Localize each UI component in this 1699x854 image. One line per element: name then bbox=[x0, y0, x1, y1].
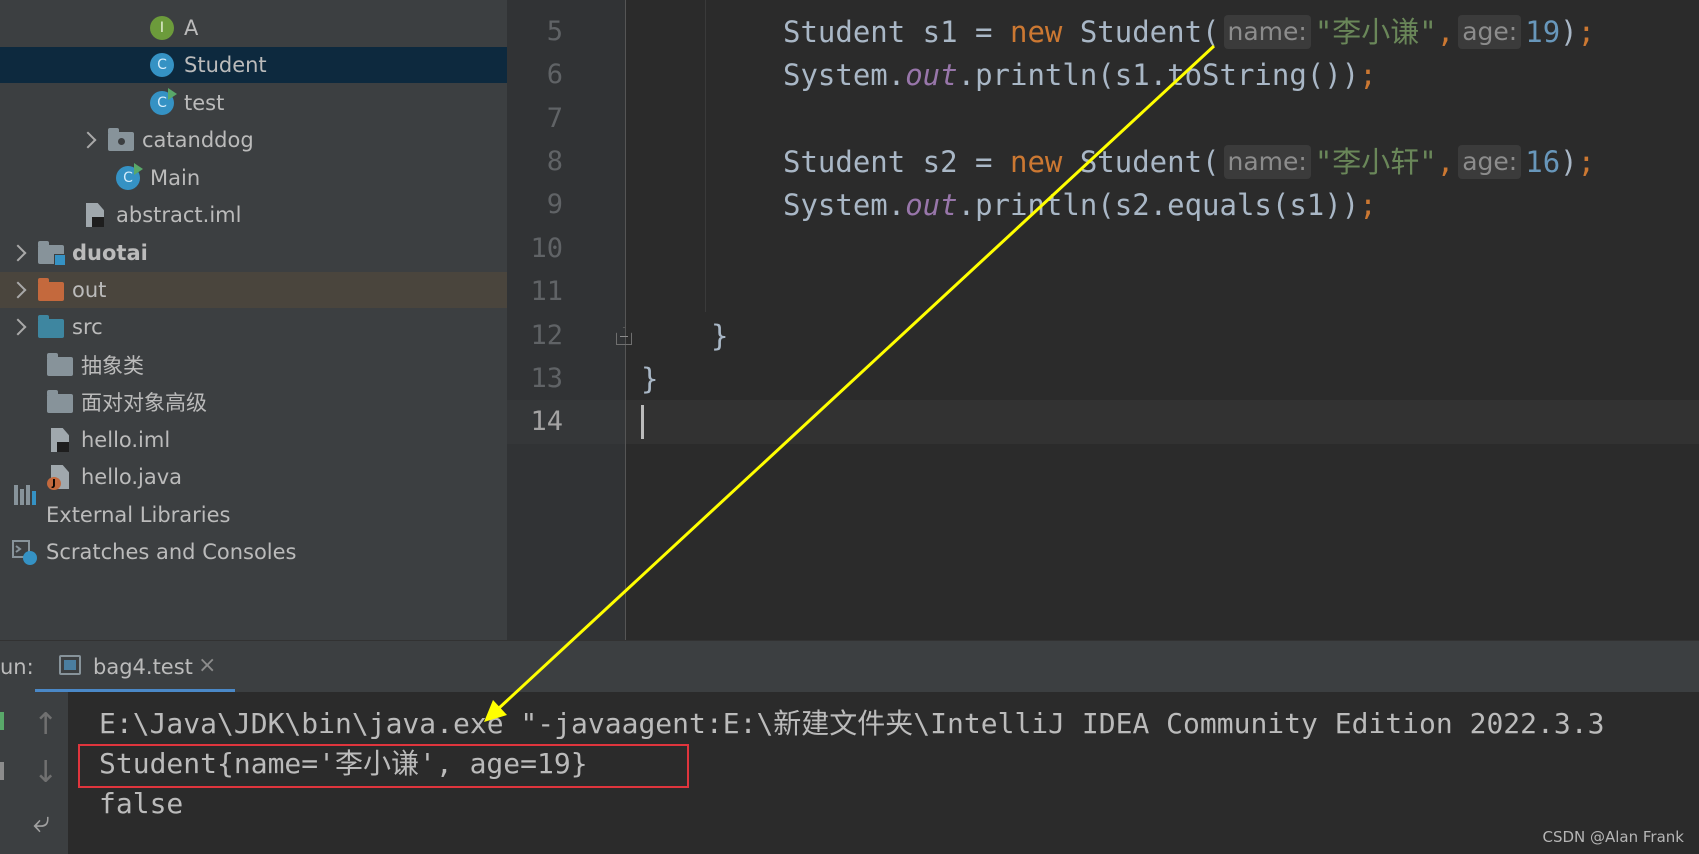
folder-icon bbox=[47, 390, 73, 414]
close-icon[interactable]: × bbox=[198, 653, 216, 678]
tree-item-folder-2[interactable]: 面对对象高级 bbox=[0, 384, 507, 420]
arrow-down-icon[interactable]: ↓ bbox=[33, 758, 58, 788]
console-line-command: E:\Java\JDK\bin\java.exe "-javaagent:E:\… bbox=[99, 707, 1605, 740]
tree-item-label: catanddog bbox=[142, 128, 254, 152]
code-line-8: Student s2 = new Student(name: "李小轩", age:… bbox=[783, 145, 1596, 179]
current-line-highlight bbox=[507, 400, 1699, 444]
tree-item-a[interactable]: I A bbox=[0, 10, 507, 46]
tree-item-label: src bbox=[72, 315, 103, 339]
indent-guide bbox=[705, 0, 706, 312]
code-line-9: System.out.println(s2.equals(s1)); bbox=[783, 188, 1377, 222]
tree-item-out[interactable]: out bbox=[0, 272, 507, 308]
code-line-12: } bbox=[711, 319, 729, 353]
line-number: 13 bbox=[530, 363, 563, 394]
console-line-output: false bbox=[99, 787, 184, 820]
tree-item-abstract-iml[interactable]: abstract.iml bbox=[0, 197, 507, 233]
tree-item-label: 面对对象高级 bbox=[81, 391, 207, 415]
tree-item-main[interactable]: C Main bbox=[0, 160, 507, 196]
line-number: 7 bbox=[546, 103, 563, 134]
code-line-6: System.out.println(s1.toString()); bbox=[783, 58, 1377, 92]
run-toolbar: ↑ ↓ ⤶ bbox=[0, 692, 68, 854]
line-number: 6 bbox=[546, 59, 563, 90]
line-number: 10 bbox=[530, 233, 563, 264]
tree-item-scratches[interactable]: Scratches and Consoles bbox=[0, 534, 507, 570]
scratches-icon bbox=[12, 540, 38, 565]
chevron-right-icon[interactable] bbox=[9, 318, 27, 336]
tree-item-hello-iml[interactable]: hello.iml bbox=[0, 422, 507, 458]
chevron-right-icon[interactable] bbox=[9, 281, 27, 299]
param-hint-age: age: bbox=[1458, 145, 1522, 179]
line-number: 8 bbox=[546, 146, 563, 177]
param-hint-name: name: bbox=[1223, 145, 1311, 179]
tree-item-label: test bbox=[184, 91, 225, 115]
tree-item-label: out bbox=[72, 278, 107, 302]
tree-item-label: hello.iml bbox=[81, 428, 171, 452]
tree-item-hello-java[interactable]: J hello.java bbox=[0, 459, 507, 495]
module-folder-icon bbox=[38, 241, 66, 266]
class-icon: C bbox=[150, 53, 176, 77]
soft-wrap-icon[interactable]: ⤶ bbox=[33, 808, 50, 838]
tree-item-folder-1[interactable]: 抽象类 bbox=[0, 347, 507, 383]
tree-item-test[interactable]: C test bbox=[0, 85, 507, 121]
gutter-divider bbox=[625, 0, 626, 640]
module-file-icon bbox=[47, 428, 73, 452]
chevron-right-icon[interactable] bbox=[79, 131, 97, 149]
highlight-box bbox=[78, 744, 689, 788]
libraries-icon bbox=[12, 485, 38, 527]
run-tool-window-header: un: bag4.test × bbox=[0, 640, 1699, 693]
rerun-indicator bbox=[0, 712, 4, 730]
package-icon bbox=[108, 128, 134, 152]
text-caret bbox=[641, 405, 644, 439]
runnable-class-icon: C bbox=[116, 163, 143, 190]
run-tab-label: bag4.test bbox=[93, 655, 193, 679]
line-number: 11 bbox=[530, 276, 563, 307]
chevron-right-icon[interactable] bbox=[9, 244, 27, 262]
java-file-icon: J bbox=[47, 465, 73, 490]
param-hint-age: age: bbox=[1458, 15, 1522, 49]
tree-item-label: 抽象类 bbox=[81, 354, 144, 378]
source-folder-icon bbox=[38, 315, 64, 339]
line-number: 5 bbox=[546, 16, 563, 47]
tree-item-label: Student bbox=[184, 53, 267, 77]
tree-item-label: duotai bbox=[72, 241, 148, 265]
tree-item-catanddog[interactable]: catanddog bbox=[0, 122, 507, 158]
run-label: un: bbox=[0, 655, 34, 679]
interface-icon: I bbox=[150, 16, 176, 40]
code-editor[interactable]: 5 6 7 8 9 10 11 12 13 14 Student s1 = ne… bbox=[507, 0, 1699, 640]
line-number: 12 bbox=[530, 320, 563, 351]
tree-item-student[interactable]: C Student bbox=[0, 47, 507, 83]
code-line-5: Student s1 = new Student(name: "李小谦", age:… bbox=[783, 15, 1596, 49]
code-line-13: } bbox=[641, 362, 659, 396]
line-number: 9 bbox=[546, 189, 563, 220]
tree-item-label: abstract.iml bbox=[116, 203, 242, 227]
tree-item-external-libraries[interactable]: External Libraries bbox=[0, 485, 507, 533]
tree-item-src[interactable]: src bbox=[0, 309, 507, 345]
folder-icon bbox=[47, 353, 73, 377]
tree-item-duotai[interactable]: duotai bbox=[0, 235, 507, 271]
tree-item-label: External Libraries bbox=[46, 503, 231, 527]
project-tree: I A C Student C test catanddog C Main ab… bbox=[0, 0, 507, 640]
tree-item-label: hello.java bbox=[81, 465, 183, 489]
stop-indicator bbox=[0, 762, 4, 780]
watermark: CSDN @Alan Frank bbox=[1542, 828, 1684, 846]
console-icon bbox=[59, 655, 81, 675]
line-number: 14 bbox=[530, 406, 563, 437]
module-file-icon bbox=[82, 203, 108, 227]
tree-item-label: A bbox=[184, 16, 199, 40]
tree-item-label: Scratches and Consoles bbox=[46, 540, 297, 564]
console-output[interactable]: E:\Java\JDK\bin\java.exe "-javaagent:E:\… bbox=[68, 692, 1699, 854]
runnable-class-icon: C bbox=[150, 88, 177, 115]
tree-item-label: Main bbox=[150, 166, 201, 190]
param-hint-name: name: bbox=[1223, 15, 1311, 49]
excluded-folder-icon bbox=[38, 278, 64, 302]
arrow-up-icon[interactable]: ↑ bbox=[33, 710, 58, 740]
run-tab-bag4-test[interactable]: bag4.test × bbox=[35, 641, 235, 693]
